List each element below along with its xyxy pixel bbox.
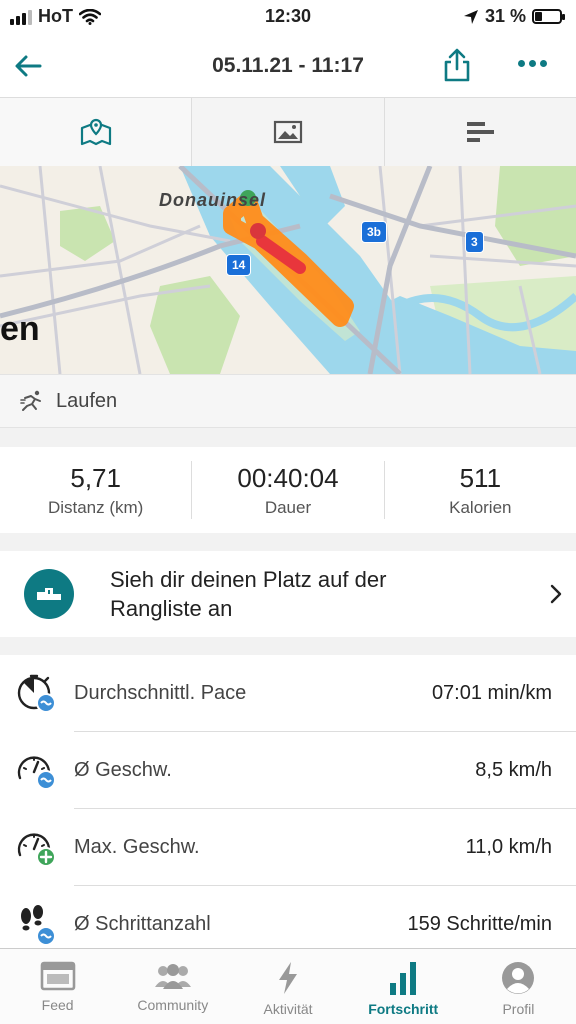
tab-profile[interactable]: Profil bbox=[461, 949, 576, 1024]
detail-tabs bbox=[0, 98, 576, 166]
stat-value: 5,71 bbox=[70, 462, 121, 493]
running-icon bbox=[20, 390, 41, 411]
metric-name: Max. Geschw. bbox=[74, 836, 200, 858]
header-bar: 05.11.21 - 11:17 bbox=[0, 34, 576, 98]
road-shield-3: 3 bbox=[465, 231, 484, 253]
tab-label: Profil bbox=[502, 1001, 535, 1017]
summary-stats: 5,71 Distanz (km) 00:40:04 Dauer 511 Kal… bbox=[0, 447, 576, 533]
metric-max-speed: Max. Geschw. 11,0 km/h bbox=[0, 809, 576, 886]
stat-value: 511 bbox=[459, 462, 502, 493]
stat-label: Dauer bbox=[264, 497, 312, 517]
map-canvas bbox=[0, 166, 576, 374]
route-map[interactable]: Donauinsel en 3b 3 14 bbox=[0, 166, 576, 374]
metric-name: Durchschnittl. Pace bbox=[74, 682, 247, 704]
map-place-label: Donauinsel bbox=[159, 190, 267, 210]
profile-icon bbox=[502, 962, 535, 994]
stat-label: Distanz (km) bbox=[47, 497, 144, 517]
battery-percent: 31 % bbox=[484, 6, 526, 26]
tab-label: Fortschritt bbox=[368, 1001, 439, 1017]
podium-icon bbox=[24, 569, 74, 619]
metric-name: Ø Schrittanzahl bbox=[74, 913, 211, 935]
share-icon[interactable] bbox=[441, 48, 473, 82]
stopwatch-icon bbox=[17, 674, 56, 713]
stat-value: 00:40:04 bbox=[237, 462, 339, 493]
activity-type-label: Laufen bbox=[56, 389, 118, 412]
footsteps-icon bbox=[21, 905, 56, 946]
road-shield-14: 14 bbox=[226, 254, 252, 276]
speedometer-max-icon bbox=[17, 833, 56, 867]
status-bar: HoT 12:30 31 % bbox=[0, 0, 576, 34]
photo-icon bbox=[273, 120, 303, 144]
metric-avg-pace: Durchschnittl. Pace 07:01 min/km bbox=[0, 655, 576, 732]
road-shield-3b: 3b bbox=[361, 221, 388, 243]
tab-progress[interactable]: Fortschritt bbox=[346, 949, 461, 1024]
lightning-icon bbox=[279, 962, 297, 994]
tab-feed[interactable]: Feed bbox=[0, 949, 115, 1024]
tab-community[interactable]: Community bbox=[115, 949, 230, 1024]
map-icon bbox=[80, 118, 111, 146]
tab-stats[interactable] bbox=[385, 98, 576, 166]
bar-chart-icon bbox=[467, 122, 495, 142]
metric-value: 11,0 km/h bbox=[465, 836, 552, 858]
stat-calories: 511 Kalorien bbox=[385, 461, 576, 519]
page-title: 05.11.21 - 11:17 bbox=[212, 54, 364, 77]
tab-photos[interactable] bbox=[192, 98, 385, 166]
map-city-label: en bbox=[0, 310, 40, 348]
tab-label: Community bbox=[137, 997, 209, 1013]
feed-icon bbox=[40, 961, 75, 991]
tab-activity[interactable]: Aktivität bbox=[230, 949, 345, 1024]
community-icon bbox=[154, 964, 191, 989]
bottom-tab-bar: Feed Community Aktivität Fortschritt Pro… bbox=[0, 948, 576, 1024]
metric-value: 159 Schritte/min bbox=[407, 913, 552, 935]
more-options-icon[interactable] bbox=[518, 60, 547, 67]
battery-icon bbox=[532, 9, 565, 24]
metric-value: 8,5 km/h bbox=[475, 759, 552, 781]
stat-label: Kalorien bbox=[449, 497, 512, 517]
metric-avg-speed: Ø Geschw. 8,5 km/h bbox=[0, 732, 576, 809]
speedometer-avg-icon bbox=[17, 756, 56, 790]
tab-label: Aktivität bbox=[263, 1001, 313, 1017]
tab-label: Feed bbox=[41, 997, 74, 1013]
stat-duration: 00:40:04 Dauer bbox=[192, 461, 385, 519]
stat-distance: 5,71 Distanz (km) bbox=[0, 461, 193, 519]
activity-type-row: Laufen bbox=[0, 374, 576, 428]
metrics-list: Durchschnittl. Pace 07:01 min/km Ø Gesch… bbox=[0, 655, 576, 948]
metric-value: 07:01 min/km bbox=[431, 682, 552, 704]
progress-icon bbox=[390, 962, 417, 995]
chevron-right-icon bbox=[550, 584, 562, 604]
metric-avg-cadence: Ø Schrittanzahl 159 Schritte/min bbox=[0, 886, 576, 948]
leaderboard-link[interactable]: Sieh dir deinen Platz auf der Rangliste … bbox=[0, 551, 576, 637]
tab-map[interactable] bbox=[0, 98, 193, 166]
leaderboard-text: Sieh dir deinen Platz auf der Rangliste … bbox=[110, 567, 387, 621]
metric-name: Ø Geschw. bbox=[74, 759, 172, 781]
location-arrow-icon bbox=[463, 9, 478, 24]
